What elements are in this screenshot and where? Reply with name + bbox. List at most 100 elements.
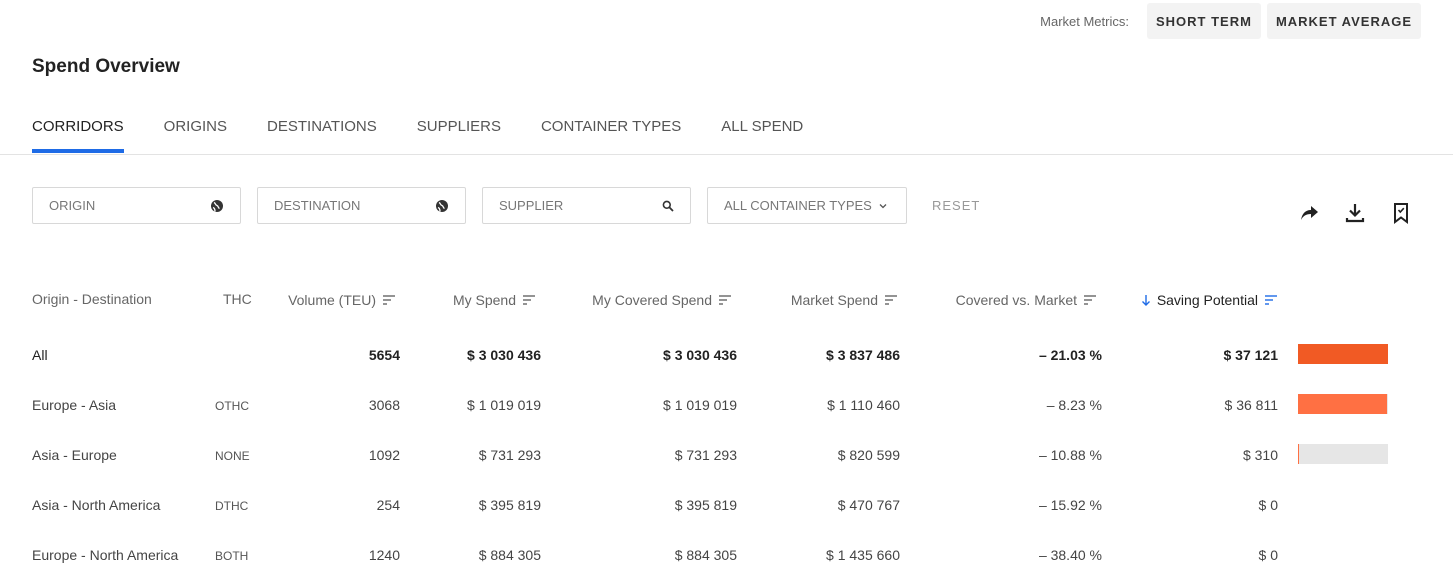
cell-market-spend: $ 1 435 660 [826, 547, 900, 563]
cell-saving: $ 0 [1258, 547, 1278, 563]
cell-my-covered: $ 1 019 019 [663, 397, 737, 413]
destination-input[interactable]: DESTINATION [257, 187, 466, 224]
cell-saving: $ 37 121 [1223, 347, 1279, 363]
share-icon[interactable] [1296, 200, 1322, 226]
cell-route: Europe - North America [32, 547, 179, 563]
destination-placeholder: DESTINATION [274, 198, 361, 213]
market-metrics-label: Market Metrics: [1040, 13, 1129, 29]
cell-market-spend: $ 820 599 [837, 447, 900, 463]
sort-icon [885, 295, 897, 305]
globe-icon [435, 199, 449, 213]
container-type-value: ALL CONTAINER TYPES [724, 198, 872, 213]
header-saving-label: Saving Potential [1156, 292, 1258, 308]
header-volume-label: Volume (TEU) [288, 292, 376, 308]
cell-my-covered: $ 3 030 436 [663, 347, 737, 363]
tab-suppliers[interactable]: SUPPLIERS [417, 118, 501, 154]
cell-volume: 1240 [368, 547, 400, 563]
market-metrics: Market Metrics: SHORT TERM MARKET AVERAG… [1040, 3, 1421, 39]
sort-icon [523, 295, 535, 305]
header-my-covered-label: My Covered Spend [592, 292, 712, 308]
header-market-spend-label: Market Spend [790, 292, 878, 308]
saving-bar-fill [1298, 394, 1388, 414]
header-my-spend[interactable]: My Spend [453, 292, 535, 308]
cell-route: Asia - Europe [32, 447, 117, 463]
arrow-down-icon [1141, 294, 1151, 306]
cell-covered-vs-market: – 21.03 % [1038, 347, 1102, 363]
cell-volume: 5654 [368, 347, 400, 363]
search-icon [662, 200, 674, 212]
supplier-input[interactable]: SUPPLIER [482, 187, 691, 224]
header-saving-potential[interactable]: Saving Potential [1141, 292, 1277, 308]
reset-button[interactable]: RESET [932, 198, 980, 213]
sort-icon [383, 295, 395, 305]
tab-destinations[interactable]: DESTINATIONS [267, 118, 377, 154]
filter-bar: ORIGIN DESTINATION SUPPLIER ALL CONTAINE… [32, 187, 980, 224]
cell-saving: $ 310 [1242, 447, 1278, 463]
short-term-button[interactable]: SHORT TERM [1146, 3, 1261, 39]
origin-placeholder: ORIGIN [49, 198, 96, 213]
header-my-spend-label: My Spend [452, 292, 516, 308]
download-icon[interactable] [1342, 200, 1368, 226]
tab-origins[interactable]: ORIGINS [164, 118, 227, 154]
cell-covered-vs-market: – 10.88 % [1038, 447, 1102, 463]
cell-market-spend: $ 3 837 486 [826, 347, 900, 363]
origin-input[interactable]: ORIGIN [32, 187, 241, 224]
header-market-spend[interactable]: Market Spend [791, 292, 897, 308]
cell-my-spend: $ 884 305 [478, 547, 541, 563]
cell-covered-vs-market: – 38.40 % [1038, 547, 1102, 563]
tab-all-spend[interactable]: ALL SPEND [721, 118, 803, 154]
cell-saving: $ 36 811 [1224, 397, 1278, 413]
cell-covered-vs-market: – 15.92 % [1038, 497, 1102, 513]
cell-covered-vs-market: – 8.23 % [1046, 397, 1102, 413]
cell-my-spend: $ 731 293 [478, 447, 541, 463]
page-title: Spend Overview [32, 56, 180, 77]
cell-route: Asia - North America [32, 497, 161, 513]
cell-my-covered: $ 395 819 [674, 497, 737, 513]
sort-icon [719, 295, 731, 305]
table-actions [1296, 200, 1414, 226]
container-type-select[interactable]: ALL CONTAINER TYPES [707, 187, 907, 224]
cell-volume: 3068 [368, 397, 400, 413]
bookmark-icon[interactable] [1388, 200, 1414, 226]
cell-my-covered: $ 884 305 [674, 547, 737, 563]
tabs-divider [0, 154, 1453, 155]
saving-bar [1298, 444, 1388, 464]
cell-market-spend: $ 470 767 [837, 497, 900, 513]
cell-thc: DTHC [215, 499, 249, 513]
header-covered-vs-market[interactable]: Covered vs. Market [956, 292, 1096, 308]
cell-saving: $ 0 [1258, 497, 1278, 513]
table-row[interactable]: Asia - Europe NONE 1092 $ 731 293 $ 731 … [0, 443, 1453, 467]
table-row[interactable]: Europe - North America BOTH 1240 $ 884 3… [0, 543, 1453, 567]
cell-volume: 1092 [368, 447, 400, 463]
table-row[interactable]: Europe - Asia OTHC 3068 $ 1 019 019 $ 1 … [0, 393, 1453, 417]
header-route: Origin - Destination [32, 291, 152, 307]
chevron-down-icon [879, 203, 887, 209]
cell-thc: BOTH [215, 549, 249, 563]
cell-market-spend: $ 1 110 460 [827, 397, 900, 413]
cell-my-spend: $ 1 019 019 [467, 397, 541, 413]
tab-bar: CORRIDORS ORIGINS DESTINATIONS SUPPLIERS… [32, 118, 803, 154]
saving-bar [1298, 344, 1388, 364]
cell-thc: OTHC [215, 399, 249, 413]
cell-volume: 254 [376, 497, 400, 513]
table-row[interactable]: Asia - North America DTHC 254 $ 395 819 … [0, 493, 1453, 517]
header-thc: THC [223, 291, 252, 307]
sort-icon [1265, 295, 1277, 305]
header-volume[interactable]: Volume (TEU) [288, 292, 395, 308]
cell-route: All [32, 347, 48, 363]
table-row[interactable]: All 5654 $ 3 030 436 $ 3 030 436 $ 3 837… [0, 343, 1453, 367]
header-my-covered-spend[interactable]: My Covered Spend [592, 292, 731, 308]
globe-icon [210, 199, 224, 213]
sort-icon [1084, 295, 1096, 305]
saving-bar [1298, 394, 1388, 414]
header-thc-label: THC [223, 291, 252, 307]
cell-my-spend: $ 3 030 436 [467, 347, 541, 363]
cell-thc: NONE [215, 449, 250, 463]
cell-my-spend: $ 395 819 [478, 497, 541, 513]
cell-route: Europe - Asia [32, 397, 117, 413]
saving-bar-fill [1298, 344, 1388, 364]
table-header: Origin - Destination THC Volume (TEU) My… [0, 290, 1453, 312]
tab-corridors[interactable]: CORRIDORS [32, 118, 124, 154]
tab-container-types[interactable]: CONTAINER TYPES [541, 118, 681, 154]
market-average-button[interactable]: MARKET AVERAGE [1266, 3, 1421, 39]
